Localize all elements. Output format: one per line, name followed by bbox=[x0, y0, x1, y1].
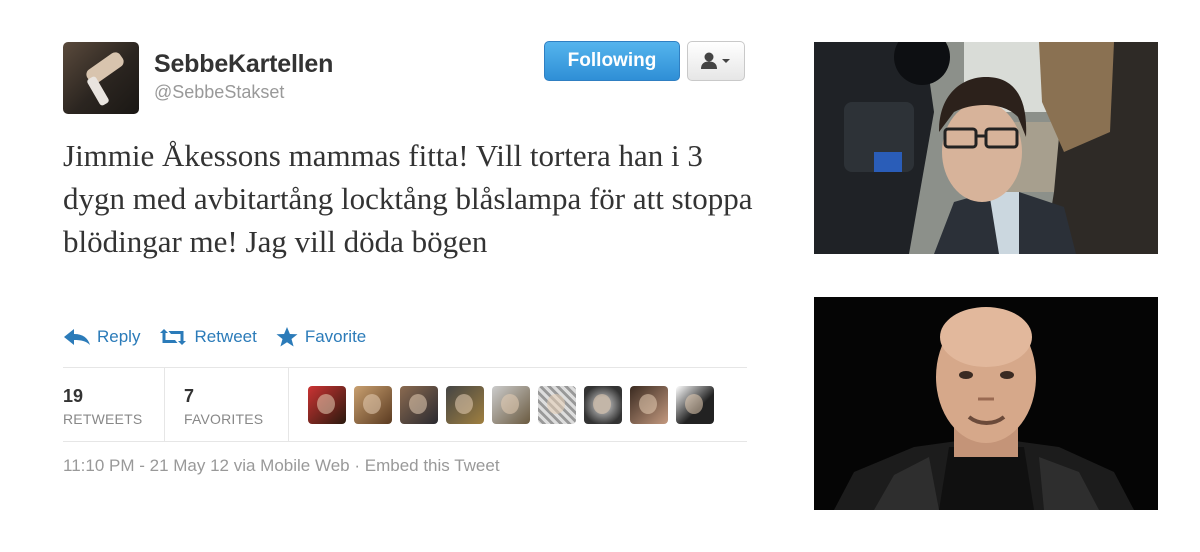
user-actions-button[interactable] bbox=[687, 41, 745, 81]
following-button[interactable]: Following bbox=[544, 41, 680, 81]
favoriter-avatar[interactable] bbox=[538, 386, 576, 424]
photo-portrait bbox=[814, 297, 1158, 510]
favorite-label: Favorite bbox=[304, 327, 367, 346]
author-display-name[interactable]: SebbeKartellen bbox=[154, 50, 333, 79]
retweet-icon bbox=[160, 329, 187, 345]
reply-label: Reply bbox=[97, 327, 141, 346]
favoriter-avatar[interactable] bbox=[630, 386, 668, 424]
reply-icon bbox=[64, 329, 90, 345]
favoriter-avatar[interactable] bbox=[308, 386, 346, 424]
star-icon bbox=[276, 327, 298, 347]
embed-tweet-link[interactable]: Embed this Tweet bbox=[365, 456, 500, 475]
meta-separator: · bbox=[349, 456, 365, 475]
stat-separator bbox=[164, 367, 165, 441]
favoriters-avatars bbox=[308, 386, 722, 424]
favoriter-avatar[interactable] bbox=[584, 386, 622, 424]
user-dropdown-icon bbox=[701, 52, 730, 69]
tweet-card: SebbeKartellen @SebbeStakset Following J… bbox=[63, 40, 753, 500]
favorites-count: 7 bbox=[184, 386, 195, 406]
retweets-stat[interactable]: 19 RETWEETS bbox=[63, 386, 142, 427]
divider bbox=[63, 367, 747, 368]
favoriter-avatar[interactable] bbox=[492, 386, 530, 424]
retweets-count: 19 bbox=[63, 386, 84, 406]
retweet-label: Retweet bbox=[194, 327, 257, 346]
favoriter-avatar[interactable] bbox=[446, 386, 484, 424]
tweet-text: Jimmie Åkessons mammas fitta! Vill torte… bbox=[63, 138, 753, 259]
favoriter-avatar[interactable] bbox=[676, 386, 714, 424]
favoriter-avatar[interactable] bbox=[400, 386, 438, 424]
favoriter-avatar[interactable] bbox=[354, 386, 392, 424]
stat-separator bbox=[288, 367, 289, 441]
favorites-label: FAVORITES bbox=[184, 411, 264, 427]
favorite-button[interactable]: Favorite bbox=[275, 326, 366, 348]
retweets-label: RETWEETS bbox=[63, 411, 143, 427]
divider bbox=[63, 441, 747, 442]
retweet-button[interactable]: Retweet bbox=[158, 327, 257, 347]
tweet-meta: 11:10 PM - 21 May 12 via Mobile Web · Em… bbox=[63, 456, 500, 476]
photo-interview bbox=[814, 42, 1158, 254]
tweet-timestamp[interactable]: 11:10 PM - 21 May 12 via Mobile Web bbox=[63, 456, 350, 475]
tweet-actions: Reply Retweet Favorite bbox=[63, 326, 384, 348]
author-avatar[interactable] bbox=[63, 42, 139, 114]
favorites-stat[interactable]: 7 FAVORITES bbox=[184, 386, 263, 427]
reply-button[interactable]: Reply bbox=[63, 327, 140, 347]
author-handle[interactable]: @SebbeStakset bbox=[154, 82, 284, 103]
